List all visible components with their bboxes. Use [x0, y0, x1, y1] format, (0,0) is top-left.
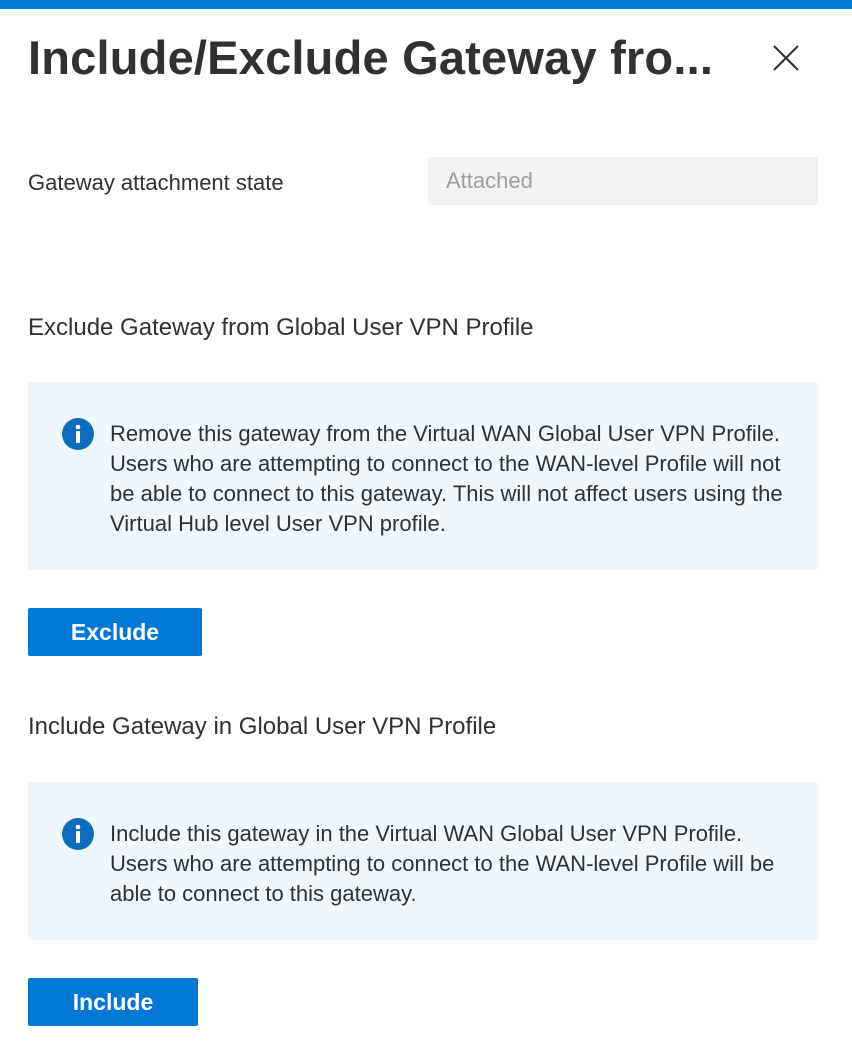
- exclude-info-box: Remove this gateway from the Virtual WAN…: [28, 382, 818, 570]
- info-icon: [62, 818, 94, 850]
- include-section-heading: Include Gateway in Global User VPN Profi…: [28, 713, 497, 740]
- info-icon: [62, 418, 94, 450]
- top-accent-bar: [0, 0, 852, 9]
- close-button[interactable]: [764, 36, 808, 80]
- include-info-box: Include this gateway in the Virtual WAN …: [28, 782, 818, 940]
- exclude-info-text: Remove this gateway from the Virtual WAN…: [110, 421, 783, 536]
- close-icon: [773, 45, 799, 71]
- attachment-state-field: Attached: [428, 157, 818, 205]
- exclude-button[interactable]: Exclude: [28, 608, 202, 656]
- include-info-text: Include this gateway in the Virtual WAN …: [110, 821, 775, 906]
- panel-title: Include/Exclude Gateway fro...: [28, 31, 714, 84]
- include-button[interactable]: Include: [28, 978, 198, 1026]
- exclude-section-heading: Exclude Gateway from Global User VPN Pro…: [28, 314, 534, 341]
- attachment-state-label: Gateway attachment state: [28, 170, 284, 195]
